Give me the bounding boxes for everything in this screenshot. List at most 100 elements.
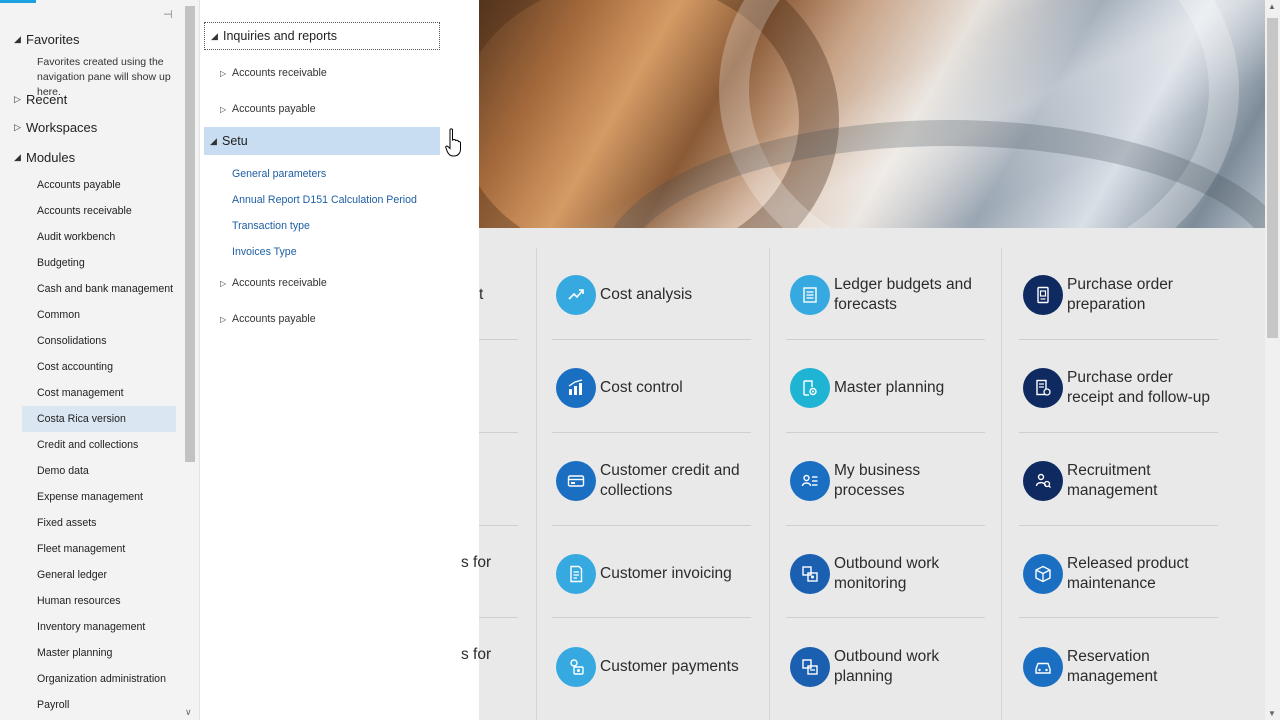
tile-purchase-order-receipt[interactable]: Purchase order receipt and follow-up (1023, 353, 1223, 423)
flyout-group-label: Accounts payable (232, 103, 316, 115)
tile-cost-control[interactable]: Cost control (556, 353, 756, 423)
module-accounts-receivable[interactable]: Accounts receivable (22, 198, 176, 224)
flyout-group-setup[interactable]: ◢ Setu (204, 127, 440, 155)
tile-customer-payments[interactable]: Customer payments (556, 632, 756, 702)
module-consolidations[interactable]: Consolidations (22, 328, 176, 354)
expanded-triangle-icon: ◢ (14, 152, 21, 162)
module-fixed-assets[interactable]: Fixed assets (22, 510, 176, 536)
tile-outbound-work-planning[interactable]: Outbound work planning (790, 632, 990, 702)
trend-chart-icon (556, 275, 596, 315)
module-audit-workbench[interactable]: Audit workbench (22, 224, 176, 250)
tile-label: Customer credit and collections (600, 462, 740, 499)
module-inventory-management[interactable]: Inventory management (22, 614, 176, 640)
tile-label: My business processes (834, 462, 921, 499)
favorites-label: Favorites (26, 32, 80, 47)
collapsed-triangle-icon: ▷ (220, 68, 227, 78)
nav-workspaces[interactable]: ▷ Workspaces (14, 120, 97, 135)
flyout-group-accounts-receivable-2[interactable]: ▷ Accounts receivable (220, 277, 327, 289)
collapsed-triangle-icon: ▷ (220, 314, 227, 324)
purchase-order-icon (1023, 275, 1063, 315)
tile-cost-analysis[interactable]: Cost analysis (556, 260, 756, 330)
module-payroll[interactable]: Payroll (22, 692, 176, 718)
expanded-triangle-icon: ◢ (211, 30, 218, 41)
scroll-up-icon[interactable]: ▲ (1268, 2, 1276, 11)
nav-scrollbar-thumb[interactable] (185, 6, 195, 462)
tile-label: Recruitment management (1067, 462, 1158, 499)
module-costa-rica-version[interactable]: Costa Rica version (22, 406, 176, 432)
tile-customer-invoicing[interactable]: Customer invoicing (556, 539, 756, 609)
flyout-group-inquiries-and-reports[interactable]: ◢ Inquiries and reports (204, 22, 440, 50)
collapsed-triangle-icon: ▷ (14, 94, 21, 104)
tile-label: Released product maintenance (1067, 555, 1189, 592)
nav-modules[interactable]: ◢ Modules (14, 150, 75, 165)
credit-card-icon (556, 461, 596, 501)
collapsed-triangle-icon: ▷ (220, 278, 227, 288)
product-box-icon (1023, 554, 1063, 594)
main-scrollbar-thumb[interactable] (1267, 18, 1278, 338)
modules-label: Modules (26, 150, 76, 165)
module-common[interactable]: Common (22, 302, 176, 328)
tile-outbound-work-monitoring[interactable]: Outbound work monitoring (790, 539, 990, 609)
tile-label: Customer invoicing (600, 565, 732, 582)
module-credit-and-collections[interactable]: Credit and collections (22, 432, 176, 458)
flyout-group-label: Setu (222, 134, 248, 148)
tile-released-product-maintenance[interactable]: Released product maintenance (1023, 539, 1223, 609)
collapsed-triangle-icon: ▷ (220, 104, 227, 114)
module-fleet-management[interactable]: Fleet management (22, 536, 176, 562)
module-master-planning[interactable]: Master planning (22, 640, 176, 666)
hero-banner-image (479, 0, 1265, 228)
expanded-triangle-icon: ◢ (14, 34, 21, 44)
cost-chart-icon (556, 368, 596, 408)
tile-purchase-order-preparation[interactable]: Purchase order preparation (1023, 260, 1223, 330)
tile-label: Cost control (600, 379, 683, 396)
pin-icon[interactable]: ⊣ (163, 8, 173, 21)
accent-bar (0, 0, 36, 3)
flyout-group-label: Accounts receivable (232, 67, 327, 79)
module-general-ledger[interactable]: General ledger (22, 562, 176, 588)
nav-scrollbar[interactable]: ∨ (184, 0, 196, 720)
partial-tile-label: s for (461, 554, 492, 571)
module-demo-data[interactable]: Demo data (22, 458, 176, 484)
navigation-pane: ⊣ ◢ Favorites Favorites created using th… (0, 0, 200, 720)
tile-reservation-management[interactable]: Reservation management (1023, 632, 1223, 702)
tile-label: Outbound work monitoring (834, 555, 940, 592)
module-cost-accounting[interactable]: Cost accounting (22, 354, 176, 380)
module-accounts-payable[interactable]: Accounts payable (22, 172, 176, 198)
link-transaction-type[interactable]: Transaction type (232, 220, 310, 232)
outbound-planning-icon (790, 647, 830, 687)
collapsed-triangle-icon: ▷ (14, 122, 21, 132)
module-cash-and-bank-management[interactable]: Cash and bank management (22, 276, 176, 302)
tile-label: Cost analysis (600, 286, 693, 303)
expanded-triangle-icon: ◢ (210, 135, 217, 146)
scroll-down-icon[interactable]: ∨ (185, 707, 192, 718)
nav-recent[interactable]: ▷ Recent (14, 92, 67, 107)
workspace-tiles: t s for s for Cost analysis Cost control… (461, 228, 1265, 720)
receipt-icon (1023, 368, 1063, 408)
module-human-resources[interactable]: Human resources (22, 588, 176, 614)
module-budgeting[interactable]: Budgeting (22, 250, 176, 276)
main-scrollbar[interactable]: ▲ ▼ (1265, 0, 1280, 720)
scroll-down-icon[interactable]: ▼ (1268, 709, 1276, 718)
tile-recruitment-management[interactable]: Recruitment management (1023, 446, 1223, 516)
tile-label: Reservation management (1067, 648, 1158, 685)
module-expense-management[interactable]: Expense management (22, 484, 176, 510)
payment-icon (556, 647, 596, 687)
tile-master-planning[interactable]: Master planning (790, 353, 990, 423)
tile-ledger-budgets-and-forecasts[interactable]: Ledger budgets and forecasts (790, 260, 990, 330)
link-general-parameters[interactable]: General parameters (232, 168, 326, 180)
nav-favorites[interactable]: ◢ Favorites (14, 32, 79, 47)
tile-customer-credit-and-collections[interactable]: Customer credit and collections (556, 446, 756, 516)
tile-label: Master planning (834, 379, 945, 396)
module-cost-management[interactable]: Cost management (22, 380, 176, 406)
module-organization-administration[interactable]: Organization administration (22, 666, 176, 692)
link-invoices-type[interactable]: Invoices Type (232, 246, 297, 258)
link-annual-report-d151[interactable]: Annual Report D151 Calculation Period (232, 194, 417, 206)
flyout-group-accounts-payable[interactable]: ▷ Accounts payable (220, 103, 316, 115)
flyout-group-label: Accounts payable (232, 313, 316, 325)
tile-label: Outbound work planning (834, 648, 940, 685)
recruitment-people-icon (1023, 461, 1063, 501)
tile-my-business-processes[interactable]: My business processes (790, 446, 990, 516)
flyout-group-accounts-payable-2[interactable]: ▷ Accounts payable (220, 313, 316, 325)
flyout-group-accounts-receivable[interactable]: ▷ Accounts receivable (220, 67, 327, 79)
hand-cursor-icon (445, 128, 461, 157)
